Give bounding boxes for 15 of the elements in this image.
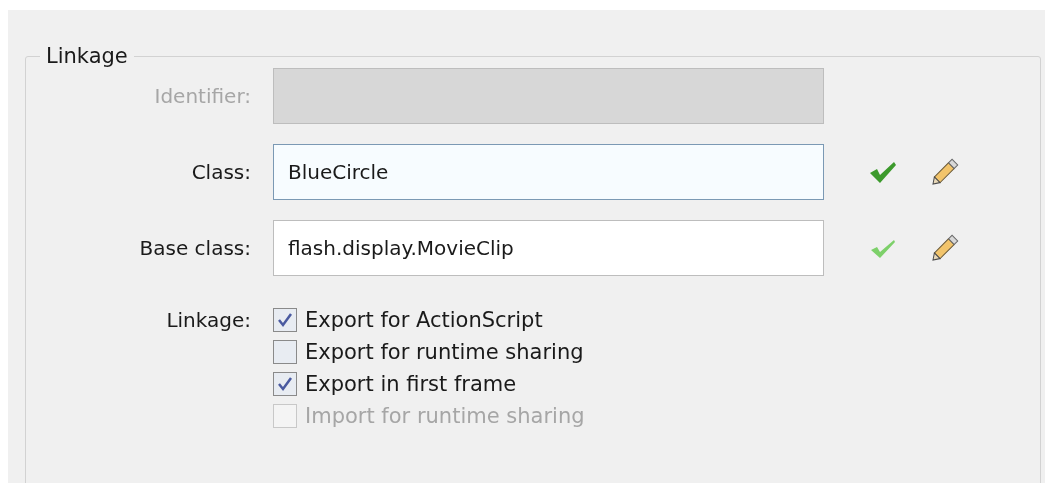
checkbox[interactable] (273, 372, 297, 396)
checkbox-label[interactable]: Export for runtime sharing (305, 340, 584, 364)
tick-icon (277, 312, 293, 328)
group-title: Linkage (45, 44, 129, 68)
field-label: Linkage: (166, 308, 251, 334)
field-label: Identifier: (154, 84, 251, 108)
checkbox[interactable] (273, 308, 297, 332)
checkbox-label[interactable]: Export for ActionScript (305, 308, 543, 332)
checkbox[interactable] (273, 340, 297, 364)
text-field[interactable]: flash.display.MovieClip (273, 220, 824, 276)
field-label: Base class: (139, 236, 251, 260)
field-label: Class: (191, 160, 251, 184)
tick-icon (277, 376, 293, 392)
checkbox-label[interactable]: Export in first frame (305, 372, 517, 396)
text-field[interactable]: BlueCircle (273, 144, 824, 200)
